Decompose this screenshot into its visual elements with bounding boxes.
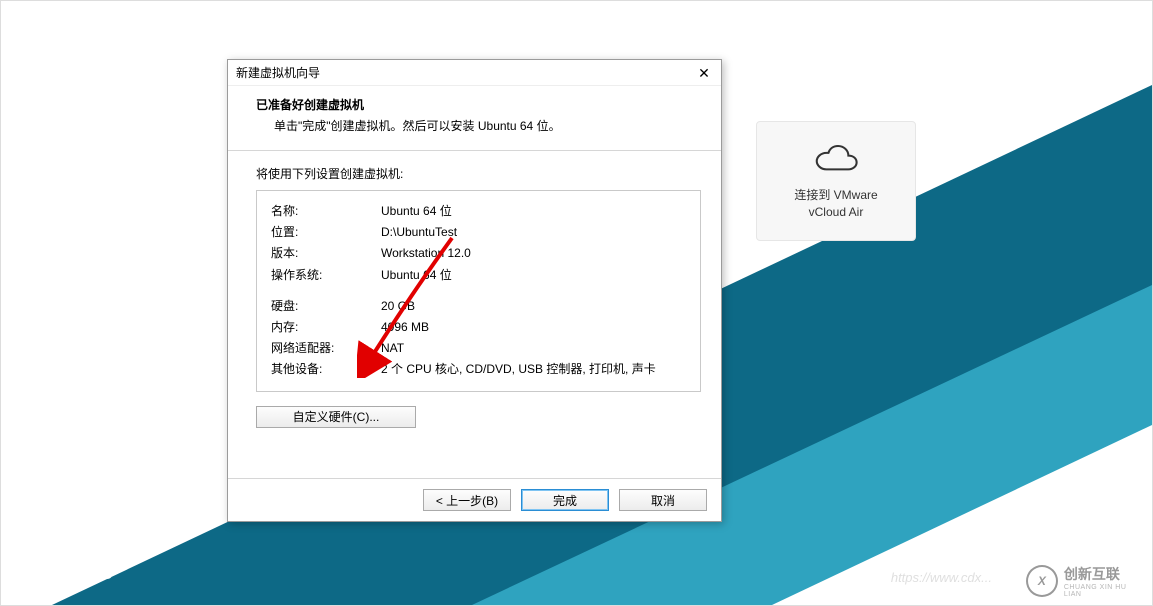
settings-row: 内存:4096 MB <box>271 317 686 338</box>
settings-key: 其他设备: <box>271 359 381 380</box>
settings-key: 硬盘: <box>271 296 381 317</box>
customize-hardware-button[interactable]: 自定义硬件(C)... <box>256 406 416 428</box>
settings-value: 20 GB <box>381 296 686 317</box>
tile-label: 连接到 VMware vCloud Air <box>794 187 877 221</box>
new-vm-wizard-dialog: 新建虚拟机向导 ✕ 已准备好创建虚拟机 单击"完成"创建虚拟机。然后可以安装 U… <box>227 59 722 522</box>
dialog-footer: < 上一步(B) 完成 取消 <box>228 478 721 521</box>
settings-value: Ubuntu 64 位 <box>381 265 686 286</box>
settings-value: 4096 MB <box>381 317 686 338</box>
settings-key: 版本: <box>271 243 381 264</box>
tile-label-line1: 连接到 VMware <box>794 187 877 204</box>
settings-key: 名称: <box>271 201 381 222</box>
finish-button[interactable]: 完成 <box>521 489 609 511</box>
dialog-titlebar[interactable]: 新建虚拟机向导 ✕ <box>228 60 721 86</box>
settings-key: 操作系统: <box>271 265 381 286</box>
settings-value: D:\UbuntuTest <box>381 222 686 243</box>
tile-label-line2: vCloud Air <box>794 204 877 221</box>
settings-row: 版本:Workstation 12.0 <box>271 243 686 264</box>
settings-row: 其他设备:2 个 CPU 核心, CD/DVD, USB 控制器, 打印机, 声… <box>271 359 686 380</box>
cancel-button[interactable]: 取消 <box>619 489 707 511</box>
settings-row: 名称:Ubuntu 64 位 <box>271 201 686 222</box>
cx-brand-logo: X 创新互联 CHUANG XIN HU LIAN <box>1026 563 1146 599</box>
settings-row: 操作系统:Ubuntu 64 位 <box>271 265 686 286</box>
settings-key: 位置: <box>271 222 381 243</box>
settings-summary-box: 名称:Ubuntu 64 位位置:D:\UbuntuTest版本:Worksta… <box>256 190 701 392</box>
dialog-body: 将使用下列设置创建虚拟机: 名称:Ubuntu 64 位位置:D:\Ubuntu… <box>228 151 721 478</box>
tile-connect-vcloud[interactable]: 连接到 VMware vCloud Air <box>756 121 916 241</box>
settings-value: NAT <box>381 338 686 359</box>
settings-key: 网络适配器: <box>271 338 381 359</box>
settings-value: Workstation 12.0 <box>381 243 686 264</box>
settings-key: 内存: <box>271 317 381 338</box>
settings-intro: 将使用下列设置创建虚拟机: <box>256 165 701 182</box>
cx-logo-sub: CHUANG XIN HU LIAN <box>1064 584 1146 598</box>
settings-row: 硬盘:20 GB <box>271 296 686 317</box>
settings-value: Ubuntu 64 位 <box>381 201 686 222</box>
back-button[interactable]: < 上一步(B) <box>423 489 511 511</box>
settings-row: 位置:D:\UbuntuTest <box>271 222 686 243</box>
dialog-title: 新建虚拟机向导 <box>236 64 320 81</box>
dialog-heading: 已准备好创建虚拟机 <box>256 96 701 113</box>
close-icon[interactable]: ✕ <box>693 64 715 82</box>
settings-value: 2 个 CPU 核心, CD/DVD, USB 控制器, 打印机, 声卡 <box>381 359 686 380</box>
cloud-icon <box>814 142 858 175</box>
dialog-subheading: 单击"完成"创建虚拟机。然后可以安装 Ubuntu 64 位。 <box>256 117 701 134</box>
cx-logo-text: 创新互联 <box>1064 564 1146 584</box>
vmware-logo: vmware® <box>31 559 121 585</box>
settings-row: 网络适配器:NAT <box>271 338 686 359</box>
dialog-header: 已准备好创建虚拟机 单击"完成"创建虚拟机。然后可以安装 Ubuntu 64 位… <box>228 86 721 151</box>
cx-logo-icon: X <box>1026 565 1058 597</box>
